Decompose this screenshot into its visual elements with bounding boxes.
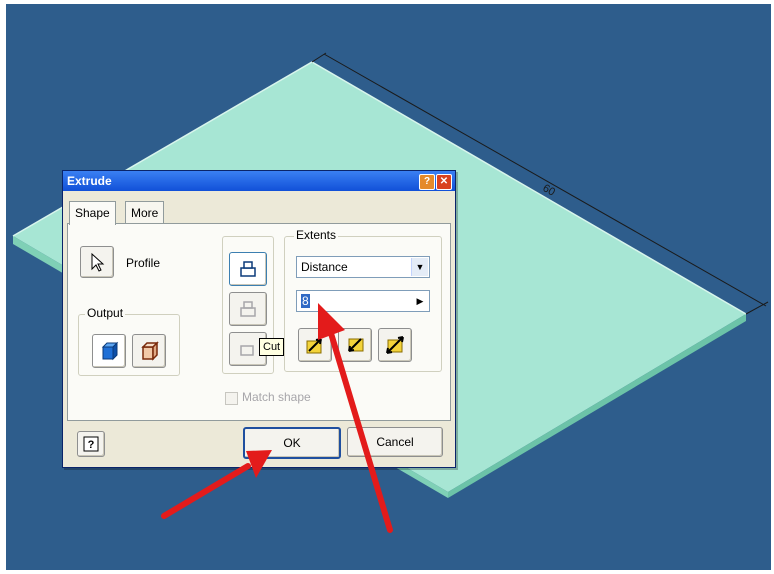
shape-tab-panel: Profile Output Extents Distance ▼ 8 ▶ Ma… bbox=[67, 223, 451, 421]
direction1-icon bbox=[306, 338, 322, 354]
tab-more-label: More bbox=[131, 206, 159, 220]
symmetric-button[interactable] bbox=[378, 328, 412, 362]
join-button[interactable] bbox=[229, 252, 267, 286]
solid-cube-icon bbox=[101, 341, 119, 361]
profile-label: Profile bbox=[126, 256, 161, 270]
dimension-extension-right bbox=[745, 301, 769, 315]
output-group-label: Output bbox=[85, 306, 126, 320]
distance-input[interactable]: 8 ▶ bbox=[296, 290, 430, 312]
direction1-button[interactable] bbox=[298, 328, 332, 362]
dialog-titlebar[interactable]: Extrude ? ✕ bbox=[63, 171, 455, 191]
output-solid-button[interactable] bbox=[92, 334, 126, 368]
direction2-button[interactable] bbox=[338, 328, 372, 362]
chevron-right-icon[interactable]: ▶ bbox=[412, 292, 428, 310]
cancel-button[interactable]: Cancel bbox=[347, 427, 443, 457]
direction2-icon bbox=[348, 338, 364, 352]
extents-type-value: Distance bbox=[301, 260, 348, 274]
distance-value: 8 bbox=[301, 294, 310, 308]
help-icon: ? bbox=[83, 436, 99, 452]
output-surface-button[interactable] bbox=[132, 334, 166, 368]
ok-button-label: OK bbox=[283, 436, 301, 450]
svg-text:?: ? bbox=[88, 439, 95, 451]
tab-shape[interactable]: Shape bbox=[69, 201, 116, 225]
join-icon bbox=[240, 261, 256, 277]
titlebar-help-icon[interactable]: ? bbox=[419, 174, 435, 190]
close-icon[interactable]: ✕ bbox=[436, 174, 452, 190]
extrude-dialog: Extrude ? ✕ Shape More Profile Output Ex… bbox=[62, 170, 456, 468]
dimension-extension-left bbox=[311, 52, 327, 63]
extents-group-label: Extents bbox=[294, 228, 339, 242]
cut-button[interactable] bbox=[229, 292, 267, 326]
cursor-arrow-icon bbox=[91, 252, 105, 272]
match-shape-label: Match shape bbox=[242, 390, 311, 404]
chevron-down-icon[interactable]: ▼ bbox=[411, 258, 428, 276]
symmetric-icon bbox=[386, 336, 404, 354]
extents-type-select[interactable]: Distance ▼ bbox=[296, 256, 430, 278]
tab-more[interactable]: More bbox=[125, 201, 165, 224]
cut-tooltip: Cut bbox=[259, 338, 285, 356]
match-shape-checkbox[interactable] bbox=[225, 392, 238, 405]
ok-button[interactable]: OK bbox=[243, 427, 341, 459]
cut-icon bbox=[240, 301, 256, 317]
cancel-button-label: Cancel bbox=[376, 435, 414, 449]
profile-select-button[interactable] bbox=[80, 246, 114, 278]
surface-cube-icon bbox=[141, 341, 159, 361]
dialog-title: Extrude bbox=[67, 174, 112, 188]
tab-shape-label: Shape bbox=[75, 206, 110, 220]
help-button[interactable]: ? bbox=[77, 431, 105, 457]
